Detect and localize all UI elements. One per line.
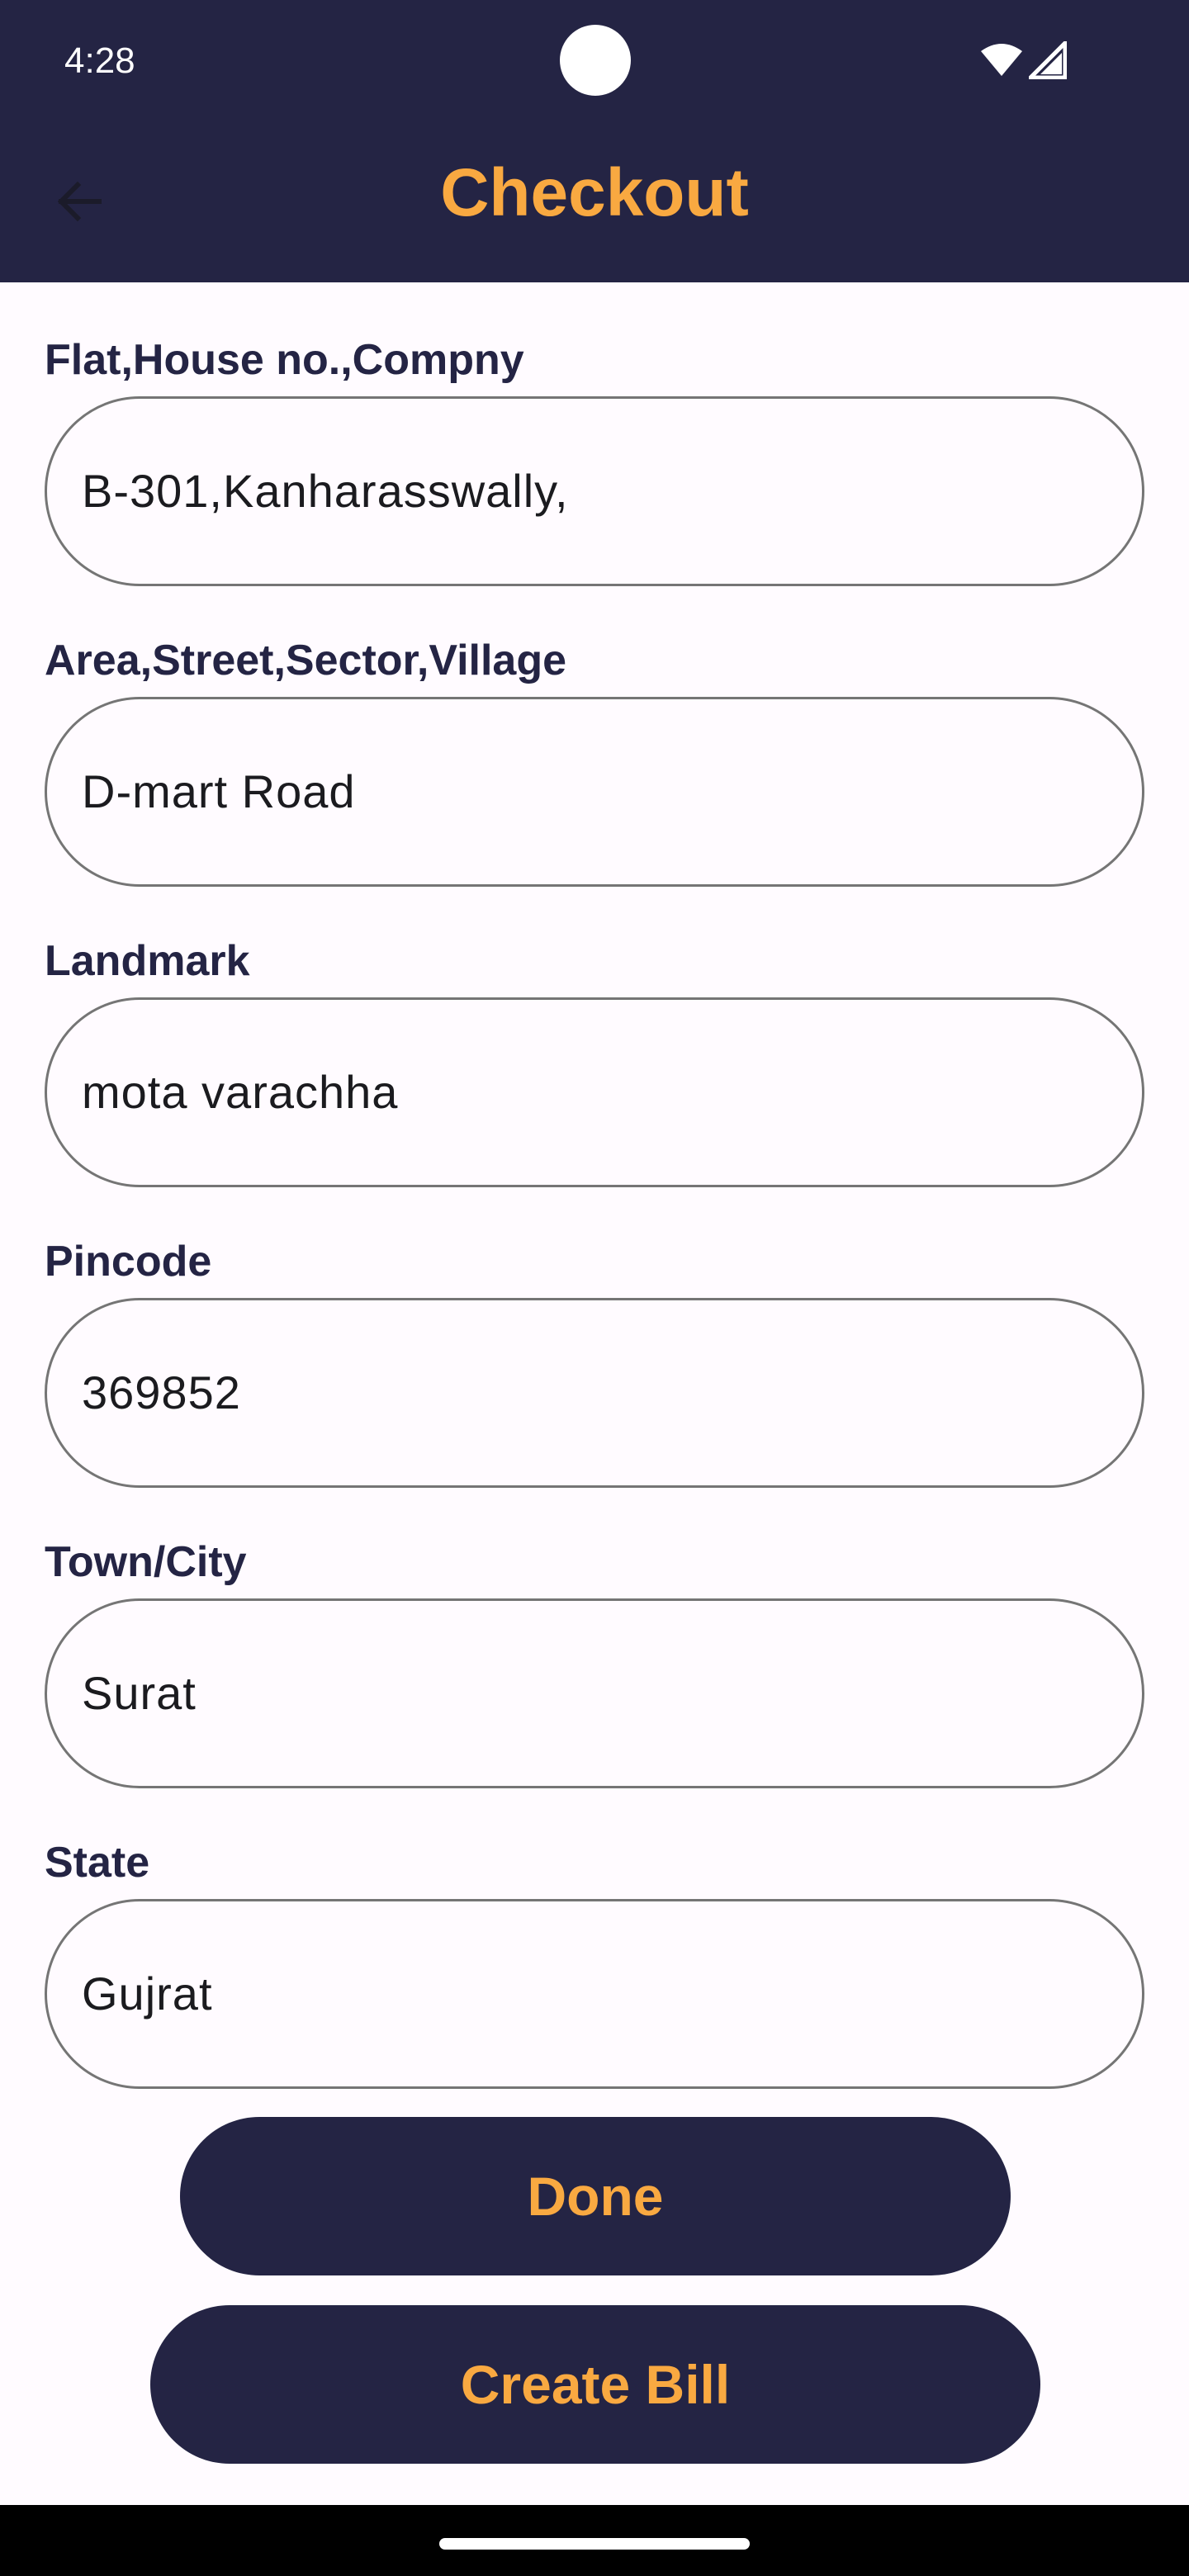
state-value: Gujrat [82,1968,213,2020]
landmark-label: Landmark [45,937,250,985]
camera-cutout [560,25,631,96]
system-nav-bar [0,2505,1189,2576]
flat-house-label: Flat,House no.,Compny [45,336,524,384]
home-indicator[interactable] [439,2538,750,2550]
create-bill-button[interactable]: Create Bill [150,2305,1040,2464]
status-time: 4:28 [64,40,135,81]
app-bar: 4:28 Checkout [0,0,1189,282]
area-street-field[interactable]: D-mart Road [45,697,1144,887]
state-field[interactable]: Gujrat [45,1899,1144,2089]
flat-house-field[interactable]: B-301,Kanharasswally, [45,396,1144,586]
landmark-field[interactable]: mota varachha [45,997,1144,1187]
town-city-label: Town/City [45,1538,247,1586]
town-city-value: Surat [82,1667,197,1719]
pincode-label: Pincode [45,1238,212,1286]
pincode-field[interactable]: 369852 [45,1298,1144,1488]
area-street-value: D-mart Road [82,765,356,817]
town-city-field[interactable]: Surat [45,1598,1144,1788]
flat-house-value: B-301,Kanharasswally, [82,465,569,517]
landmark-value: mota varachha [82,1066,399,1118]
done-button[interactable]: Done [180,2117,1011,2275]
wifi-icon [981,44,1022,76]
page-title: Checkout [440,155,749,230]
area-street-label: Area,Street,Sector,Village [45,637,567,684]
cell-signal-icon [1029,41,1067,79]
state-label: State [45,1839,150,1887]
pincode-value: 369852 [82,1366,241,1418]
